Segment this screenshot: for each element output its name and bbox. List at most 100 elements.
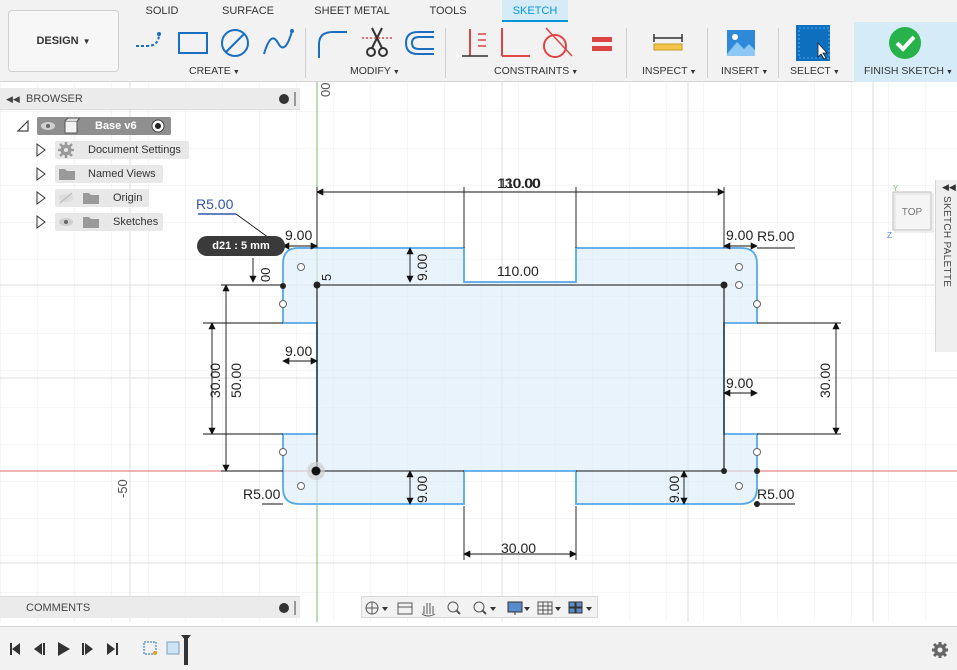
dim-notch-top[interactable]: 9.00 (414, 254, 430, 281)
toolbar-divider (707, 28, 708, 78)
finish-sketch-menu[interactable]: FINISH SKETCH ▼ (864, 65, 953, 77)
dim-radius-bl[interactable]: R5.00 (243, 486, 281, 502)
collapse-icon[interactable]: ◀◀ (6, 88, 20, 110)
select-menu[interactable]: SELECT ▼ (790, 65, 840, 77)
browser-header[interactable]: ◀◀ BROWSER (0, 88, 300, 110)
constraints-menu[interactable]: CONSTRAINTS ▼ (494, 65, 578, 77)
look-at-icon[interactable] (397, 602, 413, 615)
tab-solid[interactable]: SOLID (140, 0, 184, 22)
insert-menu[interactable]: INSERT ▼ (721, 65, 768, 77)
dim-right-mid[interactable]: 9.00 (726, 375, 753, 391)
dim-inner-top[interactable]: 110.00 (497, 263, 539, 279)
root-component-label[interactable]: Base v6 (95, 115, 137, 137)
last-step-icon[interactable] (107, 643, 118, 655)
tab-sketch[interactable]: SKETCH (502, 0, 568, 22)
dim-right-tab[interactable]: 9.00 (726, 227, 753, 243)
tab-tools[interactable]: TOOLS (424, 0, 472, 22)
tab-sheet-metal[interactable]: SHEET METAL (312, 0, 392, 22)
toolbar-divider (778, 28, 779, 78)
tree-root-row[interactable]: Base v6 (0, 115, 300, 137)
spline-tool-button[interactable] (261, 26, 295, 60)
plus-icon[interactable] (279, 603, 289, 613)
zoom-icon[interactable] (447, 601, 461, 615)
expand-arrow-icon[interactable] (36, 215, 46, 229)
rectangle-tool-button[interactable] (176, 26, 210, 60)
comments-panel[interactable]: COMMENTS (0, 596, 300, 618)
timeline-marker[interactable] (181, 635, 191, 665)
tree-item-sketches[interactable]: Sketches (0, 211, 300, 233)
tree-item-label: Document Settings (88, 144, 181, 156)
tab-surface[interactable]: SURFACE (218, 0, 278, 22)
offset-tool-button[interactable] (402, 26, 436, 60)
dim-radius-tr[interactable]: R5.00 (757, 228, 795, 244)
grid-settings-icon[interactable] (537, 601, 553, 615)
equal-constraint-button[interactable] (585, 26, 619, 60)
dim-left-height-50[interactable]: 50.00 (228, 363, 244, 398)
dim-top-overall[interactable]: 110.00 (499, 175, 541, 191)
dim-notch-bottom-right[interactable]: 9.00 (666, 476, 682, 503)
panel-grip-icon[interactable] (294, 601, 296, 615)
sketch-palette-tab[interactable]: ◀◀ SKETCH PALETTE (935, 180, 957, 352)
sketch-feature-icon[interactable] (143, 641, 157, 655)
viewcube-face: TOP (902, 207, 923, 218)
toolbar-divider (305, 28, 306, 78)
expand-arrow-icon[interactable] (36, 143, 46, 157)
expand-arrow-icon[interactable] (36, 167, 46, 181)
design-workspace-button[interactable]: DESIGN ▼ (8, 10, 119, 72)
fillet-tool-button[interactable] (315, 26, 349, 60)
folder-icon (59, 169, 75, 180)
coincident-constraint-button[interactable] (458, 26, 492, 60)
dim-small-5[interactable]: 5 (319, 274, 334, 281)
first-step-icon[interactable] (10, 643, 20, 655)
viewports-icon[interactable] (568, 601, 583, 614)
create-menu[interactable]: CREATE ▼ (189, 65, 240, 77)
insert-image-button[interactable] (724, 26, 758, 60)
sketch-profile[interactable] (282, 247, 758, 505)
dim-bottom-width[interactable]: 30.00 (501, 540, 536, 556)
expand-triangle-icon[interactable] (17, 120, 29, 132)
activate-radio-icon[interactable] (151, 119, 165, 133)
expand-arrow-icon[interactable] (36, 191, 46, 205)
dim-radius-br[interactable]: R5.00 (757, 486, 795, 502)
dim-small-00[interactable]: 00 (258, 268, 273, 282)
sketch-feature-icon[interactable] (166, 641, 180, 655)
gear-icon[interactable] (932, 642, 948, 658)
insert-label: INSERT (721, 65, 760, 77)
dim-notch-bottom-left[interactable]: 9.00 (414, 476, 430, 503)
select-tool-button[interactable] (796, 25, 830, 61)
finish-sketch-button[interactable]: FINISH SKETCH ▼ (854, 22, 957, 82)
measure-tool-button[interactable] (651, 26, 685, 60)
tangent-icon (543, 27, 573, 58)
dim-left-height-30[interactable]: 30.00 (207, 363, 223, 398)
eye-icon[interactable] (58, 216, 74, 228)
play-icon[interactable] (58, 642, 70, 656)
component-icon (64, 118, 80, 134)
finish-sketch-label: FINISH SKETCH (864, 65, 944, 77)
timeline-svg (10, 635, 948, 665)
tree-item-named-views[interactable]: Named Views (0, 163, 300, 185)
hidden-eye-icon[interactable] (58, 192, 74, 204)
dim-right-height-30[interactable]: 30.00 (817, 363, 833, 398)
modify-menu[interactable]: MODIFY ▼ (350, 65, 400, 77)
dim-left-mid[interactable]: 9.00 (285, 343, 312, 359)
previous-step-icon[interactable] (34, 643, 45, 655)
orbit-icon[interactable] (365, 601, 379, 615)
trim-tool-button[interactable] (360, 26, 394, 60)
minus-icon[interactable] (279, 94, 289, 104)
circle-icon (221, 29, 249, 57)
tree-item-document-settings[interactable]: Document Settings (0, 139, 300, 161)
panel-grip-icon[interactable] (294, 92, 296, 106)
eye-icon[interactable] (40, 120, 56, 132)
circle-tool-button[interactable] (218, 26, 252, 60)
fit-icon[interactable] (473, 601, 487, 615)
perpendicular-icon (501, 28, 530, 57)
next-step-icon[interactable] (82, 643, 93, 655)
tree-item-origin[interactable]: Origin (0, 187, 300, 209)
pan-hand-icon[interactable] (421, 603, 436, 617)
inspect-menu[interactable]: INSPECT ▼ (642, 65, 696, 77)
toolbar-divider (626, 28, 627, 78)
tangent-constraint-button[interactable] (540, 26, 574, 60)
perpendicular-constraint-button[interactable] (498, 26, 532, 60)
display-settings-icon[interactable] (507, 601, 523, 615)
line-tool-button[interactable] (133, 26, 167, 60)
